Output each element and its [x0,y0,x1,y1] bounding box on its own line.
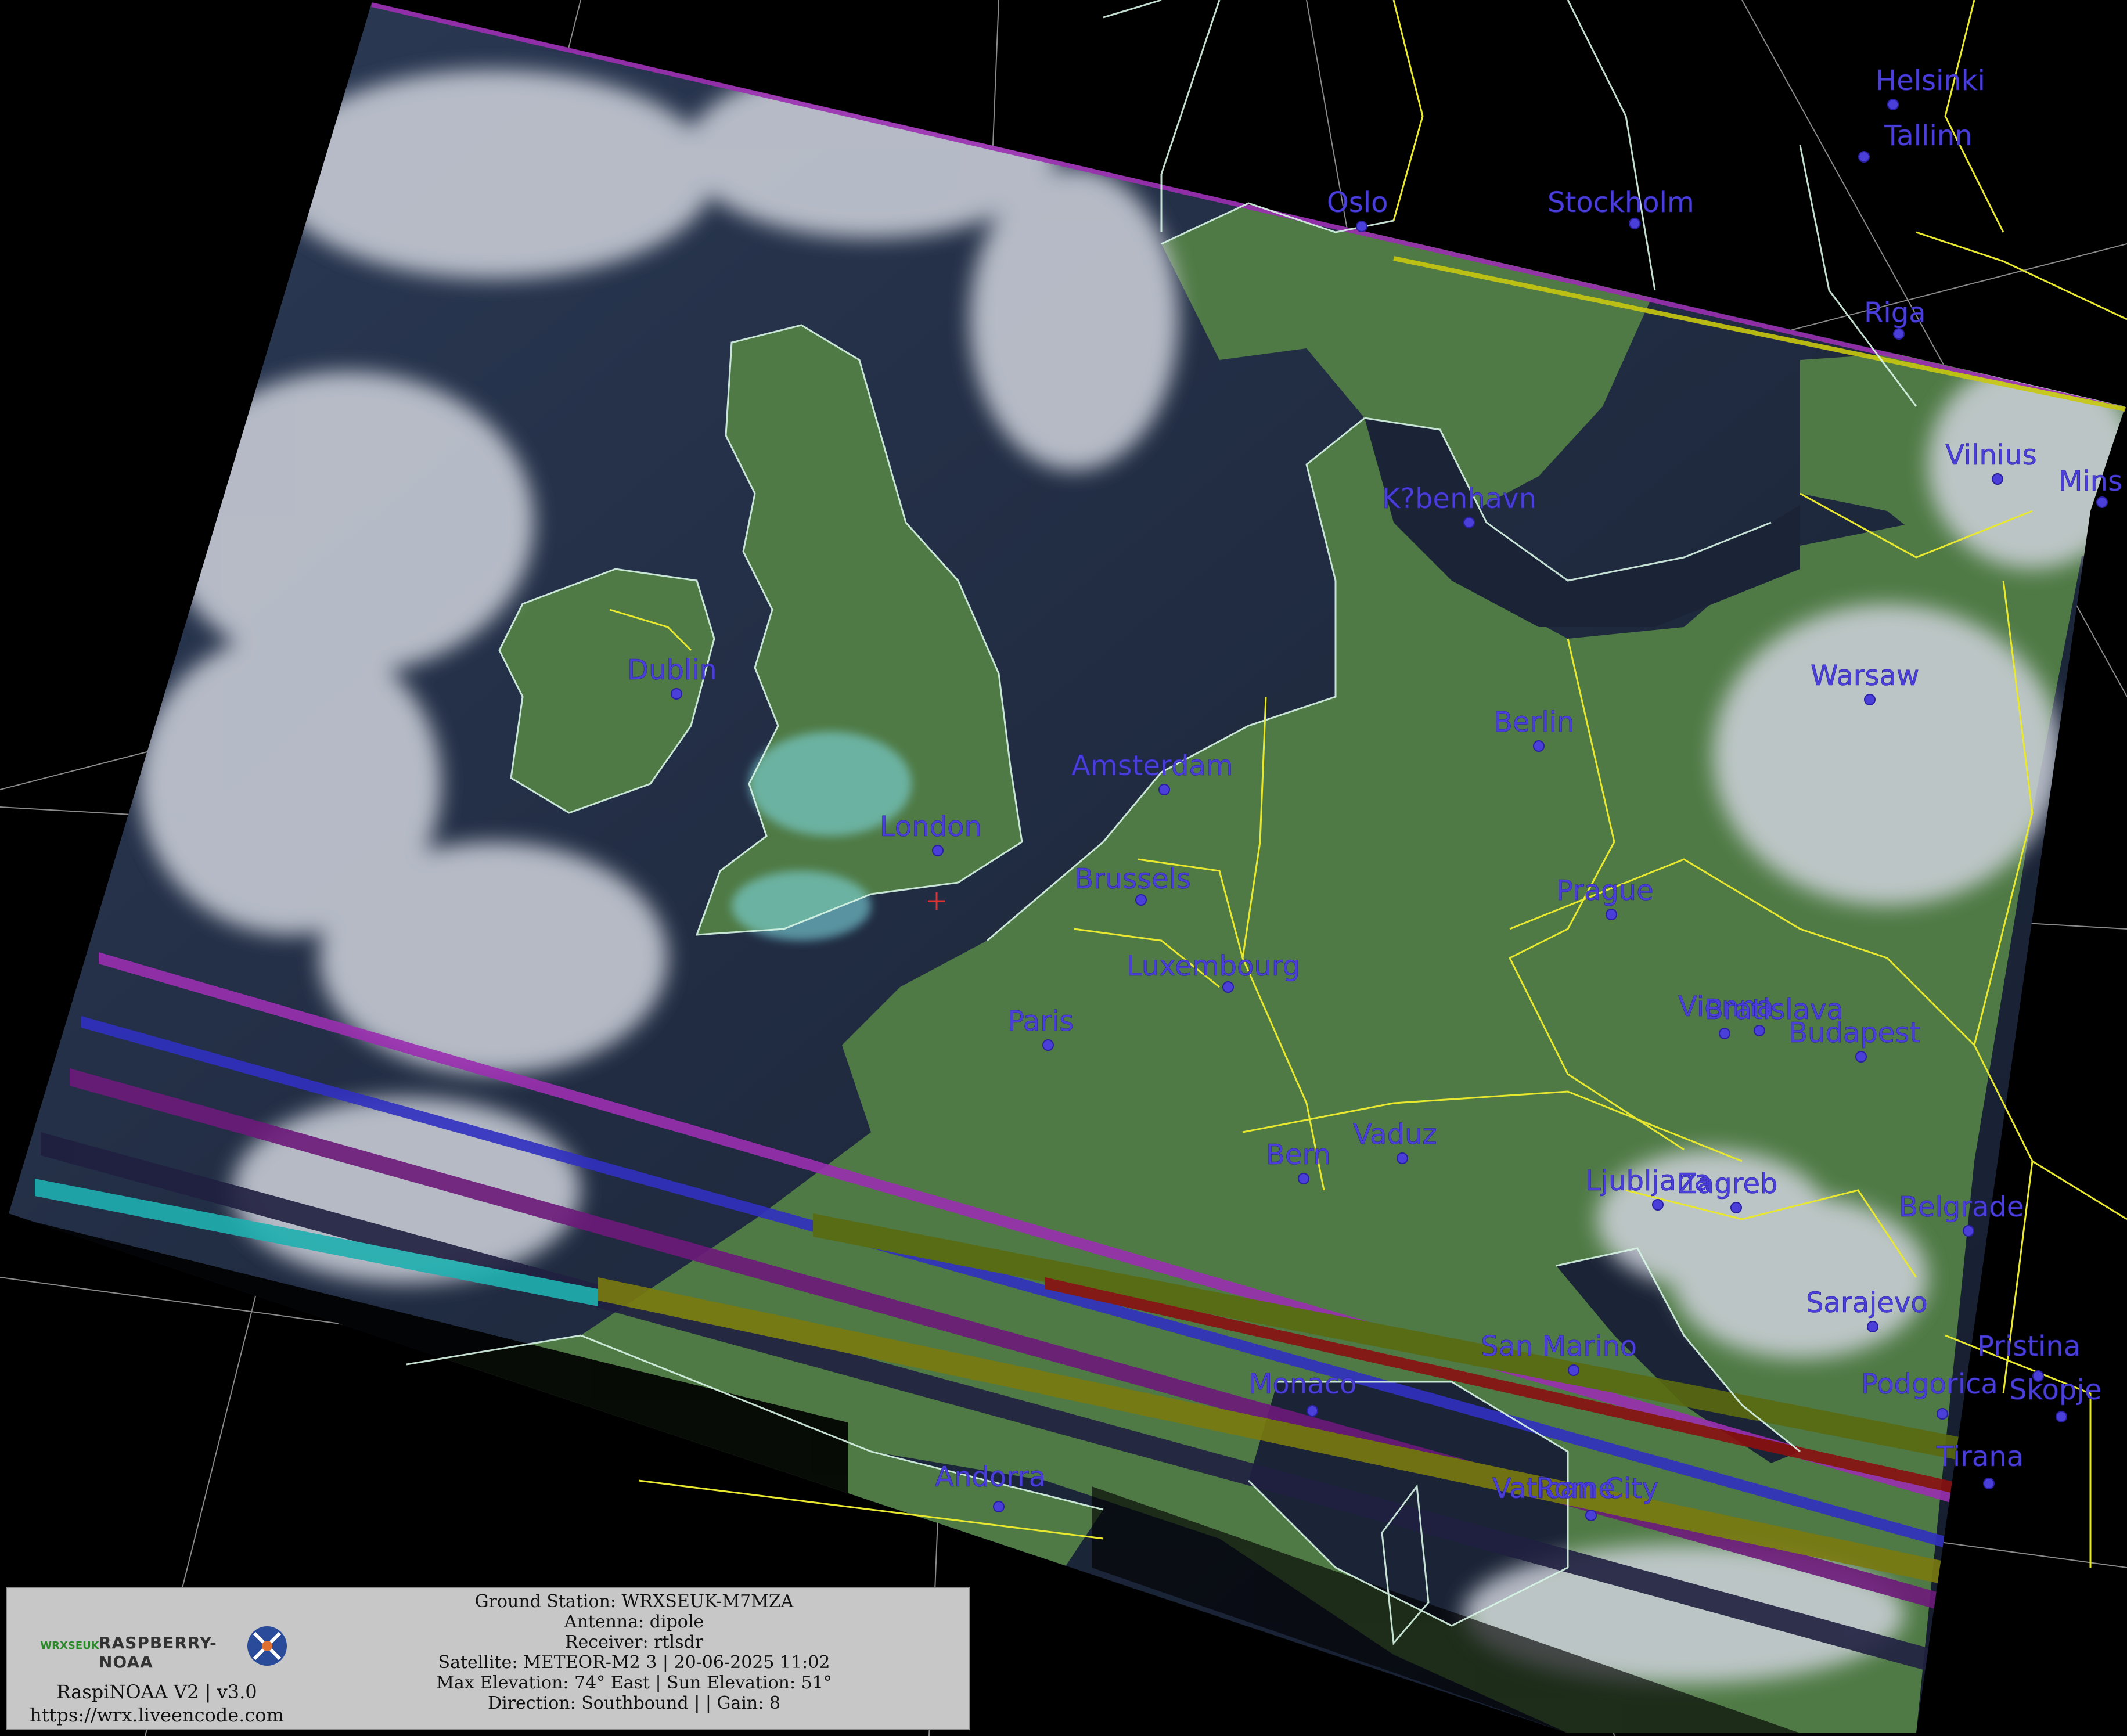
city-dot-london [932,845,944,856]
city-dot-vatican-city [1585,1510,1597,1521]
city-label-stockholm: Stockholm [1547,186,1694,219]
city-label-amsterdam: Amsterdam [1071,750,1233,782]
city-dot-skopje [2056,1411,2067,1422]
city-dot-vilnius [1992,473,2003,485]
city-dot-brussels [1135,894,1147,906]
city-dot-warsaw [1864,694,1876,705]
city-dot-belgrade [1963,1225,1974,1237]
city-label-podgorica: Podgorica [1861,1368,1998,1400]
city-label-budapest: Budapest [1788,1017,1920,1049]
city-label-skopje: Skopje [2009,1374,2101,1406]
antenna-line: Antenna: dipole [564,1612,704,1632]
city-dot-mins [2096,496,2108,508]
city-dot-vaduz [1397,1152,1408,1164]
receiver-line: Receiver: rtlsdr [564,1632,704,1652]
satellite-image: Helsinki Tallinn Oslo Stockholm Riga Vilnius M… [0,0,2127,1736]
city-dot-helsinki [1887,99,1899,110]
city-label-tirana: Tirana [1936,1440,2024,1473]
city-dot-andorra [993,1501,1005,1512]
city-dot-berlin [1533,740,1545,752]
city-label-warsaw: Warsaw [1811,660,1919,692]
logo-row: WRXSEUK RASPBERRY-NOAA [40,1623,290,1672]
city-dot-riga [1893,328,1905,340]
brand-url: https://wrx.liveencode.com [30,1704,284,1726]
city-dot-zagreb [1730,1202,1742,1213]
city-label-zagreb: Zagreb [1678,1168,1777,1200]
city-label-sarajevo: Sarajevo [1806,1287,1928,1319]
city-dot-tallinn [1858,151,1870,163]
city-label-paris: Paris [1007,1005,1074,1038]
satellite-line: Satellite: METEOR-M2 3 | 20-06-2025 11:0… [438,1652,830,1673]
city-dot-prague [1606,909,1617,920]
city-label-brussels: Brussels [1074,863,1191,895]
city-label-andorra: Andorra [935,1461,1046,1493]
city-dot-paris [1042,1039,1054,1051]
direction-line: Direction: Southbound | | Gain: 8 [488,1693,780,1713]
brand-title: RaspiNOAA V2 | v3.0 [56,1681,257,1703]
city-dot-monaco [1307,1405,1318,1417]
elevation-line: Max Elevation: 74° East | Sun Elevation:… [436,1673,832,1693]
city-dot-tirana [1983,1478,1995,1489]
city-dot-dublin [671,688,682,700]
city-label-helsinki: Helsinki [1876,64,1985,97]
city-dot-vienna [1719,1028,1730,1039]
city-dot-luxembourg [1222,981,1234,993]
info-panel: WRXSEUK RASPBERRY-NOAA RaspiNOAA V2 | v3… [6,1587,970,1730]
pass-details: Ground Station: WRXSEUK-M7MZA Antenna: d… [297,1591,971,1713]
city-label-oslo: Oslo [1327,186,1388,219]
satellite-logo-icon [244,1623,290,1669]
city-label-monaco: Monaco [1248,1368,1356,1400]
city-dot-budapest [1855,1051,1867,1063]
city-dot-sarajevo [1867,1321,1878,1332]
city-label-belgrade: Belgrade [1899,1191,2024,1223]
city-label-tallinn: Tallinn [1884,120,1973,152]
city-label-riga: Riga [1864,297,1926,329]
city-label-dublin: Dublin [627,654,717,686]
brand-block: WRXSEUK RASPBERRY-NOAA RaspiNOAA V2 | v3… [17,1623,290,1727]
city-label-rome: Rome [1536,1472,1615,1505]
raspberry-noaa-logo: RASPBERRY-NOAA [99,1633,217,1672]
city-label-london: London [880,811,982,843]
city-dot-bratislava [1754,1025,1765,1036]
city-label-pristina: Pristina [1977,1330,2081,1363]
city-dot-san-marino [1568,1364,1579,1376]
city-dot-stockholm [1629,218,1640,229]
city-label-vaduz: Vaduz [1353,1118,1437,1151]
city-dot-podgorica [1937,1408,1948,1420]
city-label-luxembourg: Luxembourg [1127,950,1300,982]
ground-station-line: Ground Station: WRXSEUK-M7MZA [474,1591,794,1612]
wrxseuk-logo: WRXSEUK [40,1639,99,1652]
city-label-prague: Prague [1556,874,1654,907]
city-dot-ljubljana [1652,1199,1664,1211]
city-label-k-benhavn: K?benhavn [1382,482,1536,515]
city-dot-k-benhavn [1463,517,1475,528]
city-label-vilnius: Vilnius [1945,439,2037,471]
city-label-san-marino: San Marino [1481,1330,1637,1363]
city-dot-bern [1298,1173,1309,1184]
city-label-mins: Mins [2058,465,2122,498]
city-dot-amsterdam [1158,784,1170,795]
city-label-berlin: Berlin [1493,706,1574,739]
city-label-bern: Bern [1266,1139,1331,1171]
city-dot-oslo [1356,221,1367,232]
